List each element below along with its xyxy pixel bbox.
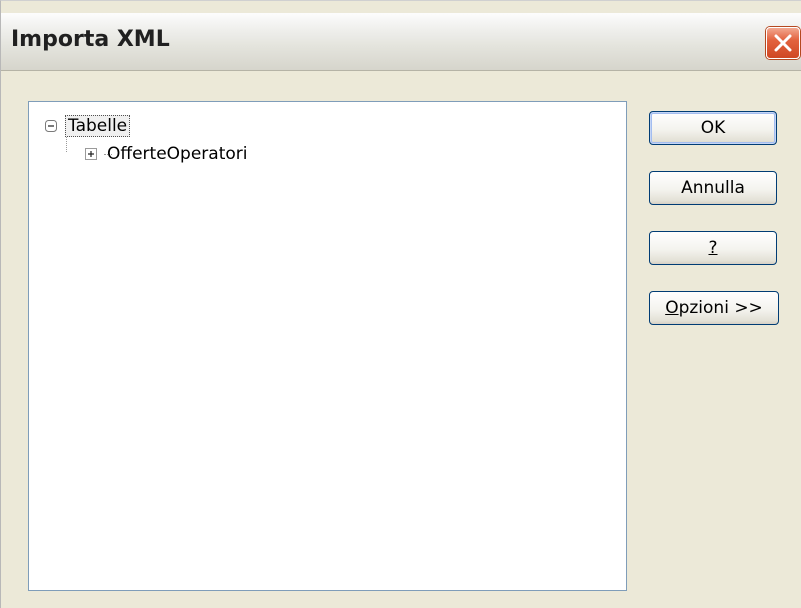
help-button[interactable]: ? — [649, 231, 777, 265]
tree-node-tabelle[interactable]: Tabelle — [45, 114, 131, 138]
title-bar[interactable]: Importa XML — [1, 13, 801, 71]
options-button[interactable]: Opzioni >> — [649, 291, 779, 325]
help-button-label: ? — [708, 238, 718, 258]
ok-button-label: OK — [700, 118, 726, 138]
window-title: Importa XML — [11, 27, 170, 52]
close-button[interactable] — [766, 27, 800, 59]
xml-tree-view[interactable]: Tabelle OfferteOperatori — [28, 101, 627, 591]
options-button-mnemonic: O — [665, 298, 679, 318]
tree-node-label[interactable]: OfferteOperatori — [105, 144, 249, 164]
tree-node-offerteoperatori[interactable]: OfferteOperatori — [85, 142, 249, 166]
ok-button[interactable]: OK — [649, 111, 777, 145]
tree-expand-icon[interactable] — [85, 148, 97, 160]
cancel-button-label: Annulla — [681, 178, 745, 198]
import-xml-dialog: Importa XML Tabelle OfferteOperatori OK … — [0, 0, 801, 608]
cancel-button[interactable]: Annulla — [649, 171, 777, 205]
dialog-content: Tabelle OfferteOperatori OK Annulla ? Op… — [1, 71, 801, 608]
tree-node-label[interactable]: Tabelle — [65, 115, 131, 137]
options-button-label: pzioni >> — [678, 298, 763, 318]
close-icon — [774, 34, 792, 52]
tree-collapse-icon[interactable] — [45, 120, 57, 132]
